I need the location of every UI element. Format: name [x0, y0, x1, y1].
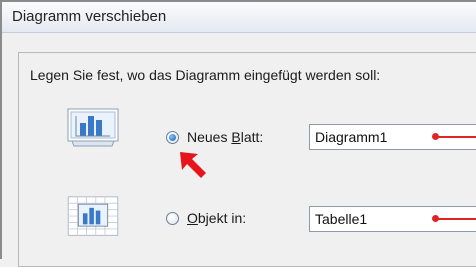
new-sheet-label[interactable]: Neues Blatt: — [187, 129, 263, 145]
chart-sheet-icon — [67, 108, 119, 147]
embedded-chart-icon — [67, 196, 119, 236]
marker-line-1 — [438, 136, 476, 138]
dialog-title: Diagramm verschieben — [12, 8, 167, 25]
object-in-radio[interactable] — [166, 212, 179, 225]
move-chart-dialog: Diagramm verschieben Legen Sie fest, wo … — [0, 0, 476, 267]
pointer-arrow-icon — [180, 152, 206, 178]
placement-prompt: Legen Sie fest, wo das Diagramm eingefüg… — [30, 67, 381, 83]
object-in-label[interactable]: Objekt in: — [187, 210, 246, 226]
new-sheet-radio[interactable] — [166, 131, 179, 144]
marker-line-2 — [438, 218, 476, 220]
dialog-titlebar[interactable]: Diagramm verschieben — [2, 2, 476, 33]
